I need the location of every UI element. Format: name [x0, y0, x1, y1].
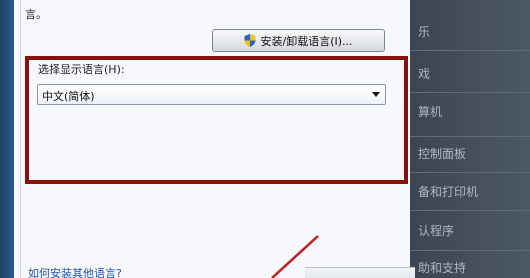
start-menu-separator	[410, 92, 530, 93]
start-menu-separator	[410, 250, 530, 251]
start-menu-separator	[410, 50, 530, 51]
start-menu-item[interactable]: 乐	[418, 23, 430, 40]
uac-shield-icon	[244, 34, 256, 47]
start-menu-item[interactable]: 控制面板	[418, 145, 466, 162]
install-uninstall-languages-button[interactable]: 安装/卸载语言(I)...	[212, 29, 385, 52]
start-menu-separator	[410, 172, 530, 173]
start-menu-item[interactable]: 戏	[418, 65, 430, 82]
annotation-highlight-box	[25, 56, 408, 184]
start-menu-item[interactable]: 认程序	[418, 222, 454, 239]
start-menu-item[interactable]: 助和支持	[418, 259, 466, 276]
start-menu-item[interactable]: 算机	[418, 103, 442, 120]
dialog-description-tail: 言。	[25, 8, 47, 21]
install-button-label: 安装/卸载语言(I)...	[260, 34, 353, 48]
window-edge	[0, 0, 14, 278]
start-menu-item[interactable]: 备和打印机	[418, 183, 478, 200]
screen: 言。 安装/卸载语言(I)... 选择显示语言(H): 中文(简体) 如何安装其…	[0, 0, 530, 278]
install-other-languages-link[interactable]: 如何安装其他语言?	[28, 265, 122, 278]
start-menu-separator	[410, 136, 530, 137]
start-menu-right-pane: 乐 戏 算机 控制面板 备和打印机 认程序 助和支持	[410, 0, 530, 278]
ok-button-partial[interactable]	[305, 267, 415, 278]
start-menu-separator	[410, 210, 530, 211]
dialog-divider	[20, 0, 21, 278]
